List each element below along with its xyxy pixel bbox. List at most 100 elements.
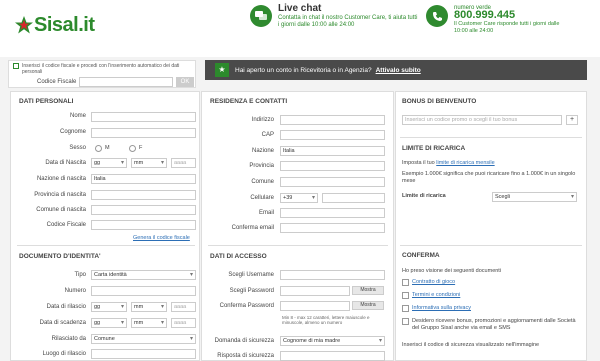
chat-text: Contatta in chat il nostro Customer Care… (278, 15, 418, 28)
desidero-checkbox[interactable] (402, 318, 409, 325)
column-residenza: RESIDENZA E CONTATTI Indirizzo CAP Nazio… (201, 91, 394, 361)
email-input[interactable] (280, 208, 385, 218)
rilascio-mese-select[interactable]: mm (131, 302, 167, 312)
sisal-logo[interactable]: Sisal.it (14, 13, 95, 36)
add-bonus-button[interactable]: + (566, 115, 578, 125)
sisal-star-icon: ★ (215, 63, 229, 77)
numero-input[interactable] (91, 286, 196, 296)
scadenza-mese-select[interactable]: mm (131, 318, 167, 328)
header: Sisal.it Live chat Contatta in chat il n… (0, 0, 600, 57)
privacy-link[interactable]: Informativa sulla privacy (412, 305, 471, 312)
sesso-m-radio[interactable] (95, 145, 102, 152)
risposta-input[interactable] (280, 351, 385, 361)
provincia-input[interactable] (280, 161, 385, 171)
nazione-input[interactable]: Italia (280, 146, 385, 156)
nascita-anno-input[interactable]: aaaa (171, 158, 196, 168)
tipo-label: Tipo (74, 272, 86, 278)
luogo-rilascio-input[interactable] (91, 349, 196, 359)
rilascio-giorno-select[interactable]: gg (91, 302, 127, 312)
cf-info-text: Inserisci il codice fiscale e procedi co… (22, 63, 180, 75)
comune-input[interactable] (280, 177, 385, 187)
column-dati-personali: DATI PERSONALI Nome Cognome Sesso M F Da… (10, 91, 200, 361)
attivalo-link[interactable]: Attivalo subito (376, 67, 421, 74)
termini-checkbox[interactable] (402, 292, 409, 299)
limite-title: LIMITE DI RICARICA (402, 145, 466, 152)
conferma-email-input[interactable] (280, 223, 385, 233)
contratto-checkbox[interactable] (402, 279, 409, 286)
contratto-link[interactable]: Contratto di gioco (412, 279, 455, 286)
password-input[interactable] (280, 286, 350, 296)
provincia-nascita-input[interactable] (91, 190, 196, 200)
email-label: Email (258, 210, 274, 216)
cognome-input[interactable] (91, 128, 196, 138)
codice-fiscale-label: Codice Fiscale (46, 222, 86, 228)
data-rilascio-label: Data di rilascio (46, 304, 86, 310)
genera-codice-link[interactable]: Genera il codice fiscale (133, 235, 190, 241)
indirizzo-input[interactable] (280, 115, 385, 125)
sesso-f-label: F (139, 145, 143, 151)
rilascio-anno-input[interactable]: aaaa (171, 302, 196, 312)
logo-text: Sisal.it (34, 13, 95, 36)
cap-label: CAP (261, 132, 274, 138)
scadenza-anno-input[interactable]: aaaa (171, 318, 196, 328)
mostra-conferma-button[interactable]: Mostra (352, 301, 384, 310)
conferma-email-label: Conferma email (231, 225, 274, 231)
nome-input[interactable] (91, 112, 196, 122)
nome-label: Nome (69, 113, 86, 119)
prefisso-select[interactable]: +39 (280, 193, 318, 203)
username-input[interactable] (280, 270, 385, 280)
sesso-label: Sesso (69, 145, 86, 151)
imposta-text: Imposta il tuo limite di ricarica mensil… (402, 160, 495, 166)
limite-label: Limite di ricarica (402, 193, 446, 199)
termini-link[interactable]: Termini e condizioni (412, 292, 460, 299)
domanda-select[interactable]: Cognome di mia madre (280, 336, 385, 346)
rilasciato-da-label: Rilasciato da (51, 336, 86, 342)
cellulare-input[interactable] (322, 193, 385, 203)
phone-icon (426, 5, 448, 27)
comune-nascita-input[interactable] (91, 205, 196, 215)
codice-fiscale-input[interactable] (79, 77, 173, 87)
ricevitoria-banner: ★ Hai aperto un conto in Ricevitoria o i… (205, 60, 587, 80)
cf-label: Codice Fiscale (37, 79, 77, 85)
esempio-text: Esempio 1.000€ significa che puoi ricari… (402, 171, 576, 184)
data-scadenza-label: Data di scadenza (39, 320, 86, 326)
phone-number: 800.999.445 (454, 9, 516, 21)
risposta-label: Risposta di sicurezza (217, 353, 274, 359)
rilasciato-da-select[interactable]: Comune (91, 334, 196, 344)
limite-mensile-link[interactable]: limite di ricarica mensile (436, 160, 494, 166)
limite-select[interactable]: Scegli (492, 192, 577, 202)
chat-icon (250, 5, 272, 27)
star-logo-icon (15, 16, 33, 34)
captcha-instructions: Inserisci il codice di sicurezza visuali… (402, 342, 540, 348)
column-bonus: BONUS DI BENVENUTO Inserisci un codice p… (395, 91, 587, 361)
accesso-title: DATI DI ACCESSO (210, 253, 267, 260)
cellulare-label: Cellulare (250, 195, 274, 201)
cap-input[interactable] (280, 130, 385, 140)
nascita-mese-select[interactable]: mm (131, 158, 167, 168)
domanda-label: Domanda di sicurezza (214, 338, 274, 344)
dati-personali-title: DATI PERSONALI (19, 98, 74, 105)
phone-text: Il Customer Care risponde tutti i giorni… (454, 21, 560, 34)
cf-ok-button[interactable]: OK (176, 77, 194, 87)
privacy-checkbox[interactable] (402, 305, 409, 312)
scadenza-giorno-select[interactable]: gg (91, 318, 127, 328)
live-chat[interactable]: Live chat Contatta in chat il nostro Cus… (250, 3, 420, 29)
conferma-password-input[interactable] (280, 301, 350, 311)
chat-title: Live chat (278, 3, 322, 14)
password-hint: Min 8 - max 12 caratteri, lettere maiusc… (282, 315, 370, 325)
nazione-nascita-input[interactable]: Italia (91, 174, 196, 184)
mostra-password-button[interactable]: Mostra (352, 286, 384, 295)
sesso-m-label: M (105, 145, 110, 151)
tipo-select[interactable]: Carta identità (91, 270, 196, 280)
sesso-f-radio[interactable] (129, 145, 136, 152)
bonus-title: BONUS DI BENVENUTO (402, 98, 477, 105)
bonus-code-input[interactable]: Inserisci un codice promo o scegli il tu… (402, 115, 562, 125)
conferma-title: CONFERMA (402, 252, 440, 259)
nazione-label: Nazione (251, 148, 274, 154)
presa-visione-text: Ho preso visione dei seguenti documenti (402, 268, 502, 274)
nazione-nascita-label: Nazione di nascita (36, 176, 86, 182)
separator (400, 137, 582, 138)
codice-fiscale-field[interactable] (91, 220, 196, 230)
luogo-rilascio-label: Luogo di rilascio (42, 351, 86, 357)
nascita-giorno-select[interactable]: gg (91, 158, 127, 168)
